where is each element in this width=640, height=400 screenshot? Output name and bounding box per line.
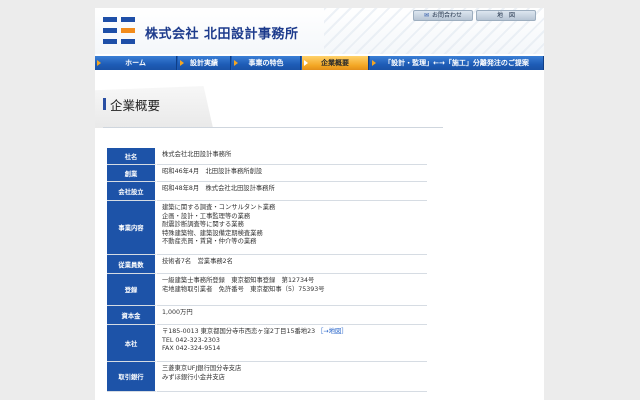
main-nav: ホーム 設計実績 事業の特色 企業概要 「設計・監理」←→「施工」分離発注のご提…	[95, 56, 544, 70]
value-line: 特殊建築物、建築設備定期検査業務	[162, 230, 427, 239]
row-value: 一級建築士事務所登録 東京都知事登録 第12734号 宅地建物取引業者 免許番号 …	[157, 274, 427, 306]
value-text: 1,000万円	[162, 309, 193, 316]
arrow-icon	[372, 60, 376, 66]
value-line: 昭和48年8月 株式会社北田設計事務所	[162, 185, 427, 194]
value-text: 技術者7名 営業事務2名	[162, 258, 233, 265]
value-line: みずほ銀行小金井支店	[162, 374, 427, 383]
value-text: 〒185-0013 東京都国分寺市西恋ヶ窪2丁目15番地23	[162, 328, 316, 335]
value-line: 宅地建物取引業者 免許番号 東京都知事（5）75393号	[162, 286, 427, 295]
value-text: 三菱東京UFJ銀行国分寺支店	[162, 365, 242, 372]
value-line: FAX 042-324-9514	[162, 345, 427, 354]
arrow-icon	[97, 60, 101, 66]
company-info-body: 社名 株式会社北田設計事務所 創業 昭和46年4月 北田設計事務所創設 会社設立 昭和48…	[107, 148, 427, 392]
site-header: 株式会社 北田設計事務所 ✉ お問合わせ 地 図	[95, 8, 544, 54]
value-line: TEL 042-323-2303	[162, 337, 427, 346]
table-row: 事業内容 建築に関する調査・コンサルタント業務 企画・設計・工事監理等の業務 耐震診断…	[107, 201, 427, 255]
nav-item-label: 「設計・監理」←→「施工」分離発注のご提案	[384, 59, 529, 67]
table-row: 資本金 1,000万円	[107, 306, 427, 325]
value-text: 建築に関する調査・コンサルタント業務	[162, 204, 276, 211]
value-line: 一級建築士事務所登録 東京都知事登録 第12734号	[162, 277, 427, 286]
value-text: FAX 042-324-9514	[162, 345, 221, 352]
value-text: 特殊建築物、建築設備定期検査業務	[162, 229, 263, 237]
table-row: 会社設立 昭和48年8月 株式会社北田設計事務所	[107, 182, 427, 201]
value-text: 企画・設計・工事監理等の業務	[162, 212, 251, 220]
value-text: TEL 042-323-2303	[162, 336, 220, 344]
value-text: 不動産売買・賃貸・仲介等の業務	[162, 238, 257, 245]
row-label: 取引銀行	[107, 362, 157, 392]
value-line: 昭和46年4月 北田設計事務所創設	[162, 168, 427, 177]
nav-item-features[interactable]: 事業の特色	[232, 56, 301, 70]
inquiry-button[interactable]: ✉ お問合わせ	[413, 10, 473, 21]
company-info-table: 社名 株式会社北田設計事務所 創業 昭和46年4月 北田設計事務所創設 会社設立 昭和48…	[107, 148, 427, 392]
arrow-icon	[234, 60, 238, 66]
value-line: 企画・設計・工事監理等の業務	[162, 213, 427, 222]
nav-item-overview[interactable]: 企業概要	[302, 56, 369, 70]
value-line: 三菱東京UFJ銀行国分寺支店	[162, 365, 427, 374]
row-value: 株式会社北田設計事務所	[157, 148, 427, 165]
map-button[interactable]: 地 図	[476, 10, 536, 21]
table-row: 登録 一級建築士事務所登録 東京都知事登録 第12734号 宅地建物取引業者 免許番…	[107, 274, 427, 306]
value-text: 昭和46年4月 北田設計事務所創設	[162, 168, 263, 175]
row-value: 〒185-0013 東京都国分寺市西恋ヶ窪2丁目15番地23 ［→地図］ TEL …	[157, 325, 427, 362]
row-label: 従業員数	[107, 255, 157, 274]
map-link[interactable]: ［→地図］	[317, 328, 347, 335]
row-label: 登録	[107, 274, 157, 306]
company-logo[interactable]	[103, 17, 137, 45]
row-label: 事業内容	[107, 201, 157, 255]
nav-item-proposal[interactable]: 「設計・監理」←→「施工」分離発注のご提案	[370, 56, 544, 70]
row-label: 社名	[107, 148, 157, 165]
value-text: 耐震診断調査等に関する業務	[162, 221, 244, 228]
nav-item-works[interactable]: 設計実績	[178, 56, 231, 70]
row-value: 技術者7名 営業事務2名	[157, 255, 427, 274]
nav-item-label: ホーム	[125, 59, 146, 67]
title-band: 企業概要	[95, 86, 213, 128]
row-label: 創業	[107, 165, 157, 182]
row-value: 昭和48年8月 株式会社北田設計事務所	[157, 182, 427, 201]
value-line: 1,000万円	[162, 309, 427, 318]
nav-item-label: 企業概要	[321, 59, 349, 67]
value-text: 昭和48年8月 株式会社北田設計事務所	[162, 185, 275, 192]
arrow-icon	[304, 60, 308, 66]
row-value: 建築に関する調査・コンサルタント業務 企画・設計・工事監理等の業務 耐震診断調査等に…	[157, 201, 427, 255]
title-accent-bar	[103, 98, 106, 110]
mail-icon: ✉	[423, 12, 429, 19]
table-row: 社名 株式会社北田設計事務所	[107, 148, 427, 165]
value-text: 一級建築士事務所登録 東京都知事登録 第12734号	[162, 277, 315, 284]
nav-item-label: 設計実績	[190, 59, 218, 67]
table-row: 従業員数 技術者7名 営業事務2名	[107, 255, 427, 274]
value-text: 株式会社北田設計事務所	[162, 151, 232, 158]
page: 株式会社 北田設計事務所 ✉ お問合わせ 地 図 ホーム 設計実績 事業の特色 企…	[95, 8, 544, 400]
value-line: 技術者7名 営業事務2名	[162, 258, 427, 267]
row-label: 資本金	[107, 306, 157, 325]
page-title: 企業概要	[110, 98, 161, 113]
row-value: 三菱東京UFJ銀行国分寺支店 みずほ銀行小金井支店	[157, 362, 427, 392]
row-label: 会社設立	[107, 182, 157, 201]
nav-item-label: 事業の特色	[248, 59, 284, 67]
value-text: みずほ銀行小金井支店	[162, 373, 225, 381]
row-value: 昭和46年4月 北田設計事務所創設	[157, 165, 427, 182]
row-value: 1,000万円	[157, 306, 427, 325]
table-row: 取引銀行 三菱東京UFJ銀行国分寺支店 みずほ銀行小金井支店	[107, 362, 427, 392]
value-text: 宅地建物取引業者 免許番号 東京都知事（5）75393号	[162, 285, 325, 293]
value-line: 不動産売買・賃貸・仲介等の業務	[162, 238, 427, 247]
title-divider	[103, 127, 443, 128]
value-line: 耐震診断調査等に関する業務	[162, 221, 427, 230]
row-label: 本社	[107, 325, 157, 362]
value-line: 〒185-0013 東京都国分寺市西恋ヶ窪2丁目15番地23 ［→地図］	[162, 328, 427, 337]
arrow-icon	[180, 60, 184, 66]
table-row: 創業 昭和46年4月 北田設計事務所創設	[107, 165, 427, 182]
table-row: 本社 〒185-0013 東京都国分寺市西恋ヶ窪2丁目15番地23 ［→地図］ TE…	[107, 325, 427, 362]
inquiry-label: お問合わせ	[432, 12, 463, 19]
company-name[interactable]: 株式会社 北田設計事務所	[145, 23, 299, 42]
value-line: 株式会社北田設計事務所	[162, 151, 427, 160]
nav-item-home[interactable]: ホーム	[95, 56, 177, 70]
value-line: 建築に関する調査・コンサルタント業務	[162, 204, 427, 213]
